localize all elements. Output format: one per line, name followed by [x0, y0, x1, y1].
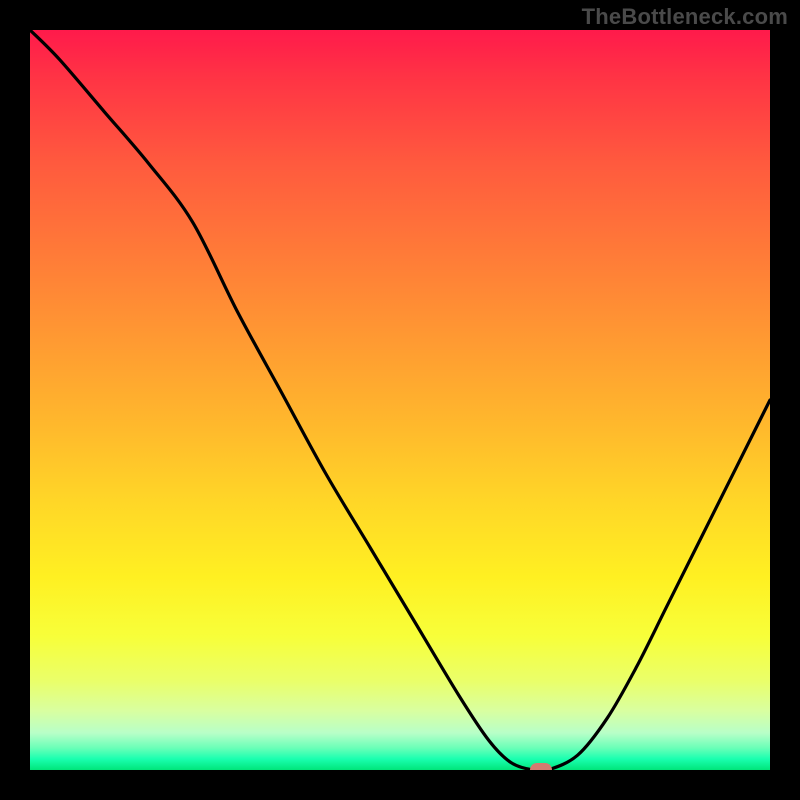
plot-area: [30, 30, 770, 770]
curve-path: [30, 30, 770, 770]
chart-frame: TheBottleneck.com: [0, 0, 800, 800]
optimum-marker: [530, 763, 552, 770]
watermark-label: TheBottleneck.com: [582, 4, 788, 30]
bottleneck-curve: [30, 30, 770, 770]
